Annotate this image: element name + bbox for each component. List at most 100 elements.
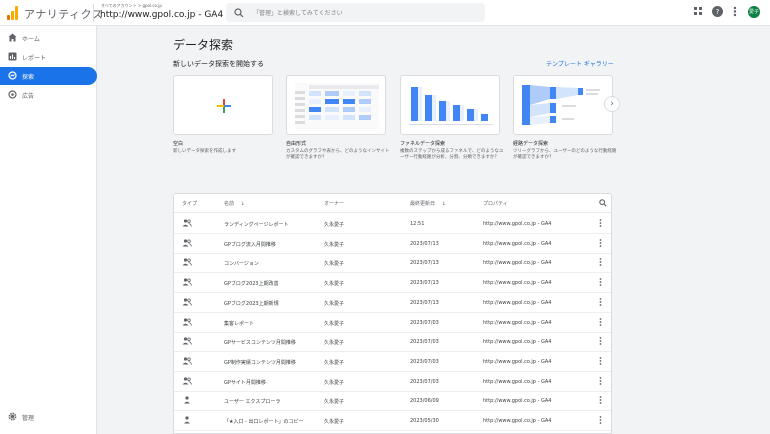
table-search-icon[interactable] xyxy=(599,199,607,207)
avatar[interactable]: 愛子 xyxy=(748,6,760,18)
nav-label: レポート xyxy=(22,55,47,62)
nav-item-explore[interactable]: 探索 xyxy=(0,67,97,85)
search-icon xyxy=(234,8,244,18)
template-card-path[interactable] xyxy=(513,75,613,135)
card-desc-blank: 新しいデータ探索を作成します xyxy=(173,149,236,154)
table-row[interactable]: ユーザー エクスプローラ 久永愛子 2023/06/09 http://www.gpo… xyxy=(174,391,611,412)
row-name[interactable]: コンバージョン xyxy=(224,260,259,267)
more-vert-icon[interactable] xyxy=(599,376,602,387)
nav-label: 探索 xyxy=(22,74,35,81)
table-row[interactable]: GPブログ流入月間推移 久永愛子 2023/07/13 http://www.gpol… xyxy=(174,234,611,254)
shared-users-icon xyxy=(182,357,192,367)
col-header-property[interactable]: プロパティ xyxy=(483,200,508,207)
gear-icon xyxy=(7,412,17,424)
row-property: http://www.gpol.co.jp - GA4 xyxy=(483,319,552,326)
row-name[interactable]: 集客レポート xyxy=(224,320,254,327)
row-name[interactable]: GP制作実績コンテンツ月間推移 xyxy=(224,359,296,366)
row-property: http://www.gpol.co.jp - GA4 xyxy=(483,418,552,424)
shared-users-icon xyxy=(182,376,192,387)
apps-grid-icon[interactable] xyxy=(694,7,703,20)
nav-item-advertising[interactable]: 広告 xyxy=(0,86,97,104)
row-property: http://www.gpol.co.jp - GA4 xyxy=(483,221,552,227)
col-header-modified-label: 最終更新日 xyxy=(410,201,436,207)
table-row[interactable]: コンバージョン 久永愛子 2023/07/13 http://www.gpol.co.… xyxy=(174,253,611,274)
person-icon xyxy=(182,396,192,406)
account-breadcrumb[interactable]: すべてのアカウント > gpol.co.jp xyxy=(101,3,162,9)
table-row[interactable]: ランディングページレポート 久永愛子 12:51 http://www.gpol.co… xyxy=(174,214,611,234)
col-header-name-label: 名前 xyxy=(224,201,235,207)
row-owner: 久永愛子 xyxy=(324,359,345,366)
row-modified: 2023/07/13 xyxy=(410,260,439,267)
more-vert-icon[interactable] xyxy=(599,278,602,288)
top-app-bar: アナリティクス すべてのアカウント > gpol.co.jp http://ww… xyxy=(0,0,770,26)
row-modified: 2023/07/03 xyxy=(410,378,439,385)
nav-item-reports[interactable]: レポート xyxy=(0,48,97,66)
more-vert-icon[interactable] xyxy=(599,396,602,406)
col-header-owner[interactable]: オーナー xyxy=(324,200,344,207)
sort-arrow-icon: ↓ xyxy=(240,201,245,207)
row-name[interactable]: GPサイト月間推移 xyxy=(224,379,266,386)
more-vert-icon[interactable] xyxy=(599,337,602,347)
analytics-logo-icon[interactable] xyxy=(7,6,19,20)
table-row[interactable]: GP制作実績コンテンツ月間推移 久永愛子 2023/07/03 http://www.… xyxy=(174,352,611,372)
template-gallery-link[interactable]: テンプレート ギャラリー xyxy=(546,59,614,68)
nav-item-admin[interactable]: 管理 xyxy=(0,408,97,426)
row-name[interactable]: GPブログ2023上期新規 xyxy=(224,300,279,307)
row-name[interactable]: GPサービスコンテンツ月間推移 xyxy=(224,339,296,346)
row-modified: 2023/07/03 xyxy=(410,358,439,365)
card-title-funnel: ファネルデータ探索 xyxy=(400,141,446,147)
more-vert-icon[interactable] xyxy=(599,258,602,268)
search-placeholder: 「管理」と検索してみてください xyxy=(253,10,343,17)
explore-icon xyxy=(7,71,17,83)
row-modified: 2023/06/09 xyxy=(410,398,439,405)
row-property: http://www.gpol.co.jp - GA4 xyxy=(483,358,552,365)
page-title: データ探索 xyxy=(173,38,234,52)
col-header-name[interactable]: 名前 ↓ xyxy=(224,200,245,207)
table-row[interactable]: GPブログ2023上期改善 久永愛子 2023/07/13 http://www.gp… xyxy=(174,273,611,294)
more-vert-icon[interactable] xyxy=(599,297,602,308)
table-row[interactable]: GPサイト月間推移 久永愛子 2023/07/03 http://www.gpol.c… xyxy=(174,372,611,392)
table-row[interactable]: GPサービスコンテンツ月間推移 久永愛子 2023/07/03 http://www.… xyxy=(174,332,611,353)
more-vert-icon[interactable] xyxy=(599,219,602,229)
explorations-table: タイプ 名前 ↓ オーナー 最終更新日 ↓ プロパティ ランディングページレポー… xyxy=(173,193,612,434)
account-selector[interactable]: http://www.gpol.co.jp - GA4 ▾ xyxy=(100,10,229,20)
nav-label: 広告 xyxy=(22,93,35,100)
row-owner: 久永愛子 xyxy=(324,300,345,307)
table-row[interactable]: GPブログ2023上期新規 久永愛子 2023/07/13 http://www.gp… xyxy=(174,293,611,313)
col-header-type[interactable]: タイプ xyxy=(182,200,197,207)
chevron-right-icon[interactable]: › xyxy=(604,96,620,112)
row-name[interactable]: GPブログ流入月間推移 xyxy=(224,241,276,248)
shared-users-icon xyxy=(182,258,192,268)
more-vert-icon[interactable] xyxy=(599,416,602,426)
free-form-thumbnail-icon xyxy=(295,83,379,129)
col-header-modified[interactable]: 最終更新日 ↓ xyxy=(410,200,446,207)
template-card-blank[interactable] xyxy=(173,75,273,135)
nav-label: 管理 xyxy=(22,415,35,422)
more-vert-icon[interactable] xyxy=(599,317,602,328)
card-title-blank: 空白 xyxy=(173,141,184,147)
row-modified: 2023/05/30 xyxy=(410,418,439,424)
more-vert-icon[interactable] xyxy=(599,356,602,367)
more-vert-icon[interactable] xyxy=(599,238,602,249)
nav-item-home[interactable]: ホーム xyxy=(0,29,97,47)
search-input[interactable]: 「管理」と検索してみてください xyxy=(226,3,485,22)
main-content: データ探索 新しいデータ探索を開始する テンプレート ギャラリー › 空白 新し… xyxy=(97,26,770,434)
template-card-funnel[interactable] xyxy=(400,75,500,135)
row-owner: 久永愛子 xyxy=(324,340,345,347)
shared-users-icon xyxy=(182,337,192,347)
table-row[interactable]: 「★入口 - 出口レポート」のコピー 久永愛子 2023/05/30 http://w… xyxy=(174,411,611,431)
row-name[interactable]: 「★入口 - 出口レポート」のコピー xyxy=(224,418,303,425)
table-row[interactable]: 集客レポート 久永愛子 2023/07/03 http://www.gpol.co.j… xyxy=(174,313,611,333)
row-name[interactable]: ランディングページレポート xyxy=(224,221,289,228)
row-property: http://www.gpol.co.jp - GA4 xyxy=(483,339,552,346)
row-name[interactable]: ユーザー エクスプローラ xyxy=(224,398,280,405)
reports-icon xyxy=(7,52,17,64)
help-icon[interactable]: ? xyxy=(712,6,723,21)
path-thumbnail-icon xyxy=(522,85,600,125)
row-property: http://www.gpol.co.jp - GA4 xyxy=(483,378,552,385)
more-vert-icon[interactable] xyxy=(733,6,737,21)
template-card-free-form[interactable] xyxy=(286,75,386,135)
card-title-path: 経路データ探索 xyxy=(513,141,549,147)
left-nav: ホーム レポート 探索 広告 管理 xyxy=(0,26,97,434)
row-name[interactable]: GPブログ2023上期改善 xyxy=(224,280,279,287)
